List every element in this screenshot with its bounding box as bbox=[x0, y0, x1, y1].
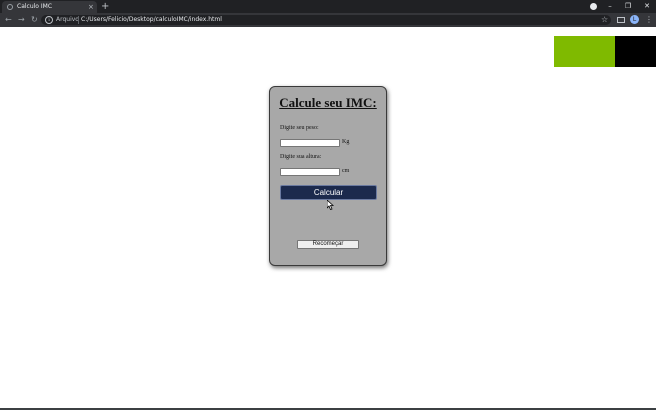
minimize-button[interactable]: – bbox=[604, 0, 616, 13]
menu-icon[interactable]: ⋮ bbox=[645, 13, 653, 27]
decorative-green-block bbox=[554, 36, 615, 67]
extension-icon[interactable] bbox=[617, 17, 625, 23]
height-label: Digite sua altura: bbox=[280, 154, 322, 160]
browser-tab[interactable]: Calculo IMC × bbox=[2, 1, 97, 13]
star-icon[interactable]: ☆ bbox=[601, 14, 608, 26]
mouse-cursor-icon bbox=[327, 200, 335, 210]
reload-icon[interactable]: ↻ bbox=[31, 13, 38, 27]
page-title: Calcule seu IMC: bbox=[279, 95, 377, 110]
decorative-black-block bbox=[615, 36, 656, 67]
close-tab-icon[interactable]: × bbox=[88, 2, 94, 12]
tab-title: Calculo IMC bbox=[17, 3, 53, 10]
new-tab-button[interactable]: + bbox=[101, 0, 109, 13]
maximize-button[interactable]: ❐ bbox=[622, 0, 634, 13]
globe-icon bbox=[7, 4, 13, 10]
avatar[interactable]: L bbox=[630, 15, 639, 24]
weight-unit-label: Kg bbox=[342, 139, 350, 145]
url-separator bbox=[78, 16, 79, 24]
close-window-button[interactable]: ✕ bbox=[641, 0, 653, 13]
imc-calculator-card: Calcule seu IMC: Digite seu peso: Kg Dig… bbox=[269, 86, 387, 266]
back-arrow-icon[interactable]: ← bbox=[5, 13, 12, 27]
browser-toolbar: ← → ↻ i Arquivo C:/Users/Felicio/Desktop… bbox=[0, 13, 656, 27]
reset-button[interactable]: Recomeçar bbox=[297, 240, 359, 249]
weight-label: Digite seu peso: bbox=[280, 125, 319, 131]
calculate-button[interactable]: Calcular bbox=[280, 185, 377, 200]
height-unit-label: cm bbox=[342, 168, 350, 174]
url-text[interactable]: C:/Users/Felicio/Desktop/calculoIMC/inde… bbox=[81, 15, 222, 25]
url-scheme-label: Arquivo bbox=[56, 16, 79, 23]
browser-tab-bar: Calculo IMC × + – ❐ ✕ bbox=[0, 0, 656, 13]
profile-badge-icon[interactable] bbox=[590, 3, 597, 10]
height-input[interactable] bbox=[280, 168, 340, 176]
forward-arrow-icon[interactable]: → bbox=[18, 13, 25, 27]
info-icon[interactable]: i bbox=[45, 16, 53, 24]
address-bar[interactable]: i Arquivo C:/Users/Felicio/Desktop/calcu… bbox=[41, 15, 611, 25]
weight-input[interactable] bbox=[280, 139, 340, 147]
